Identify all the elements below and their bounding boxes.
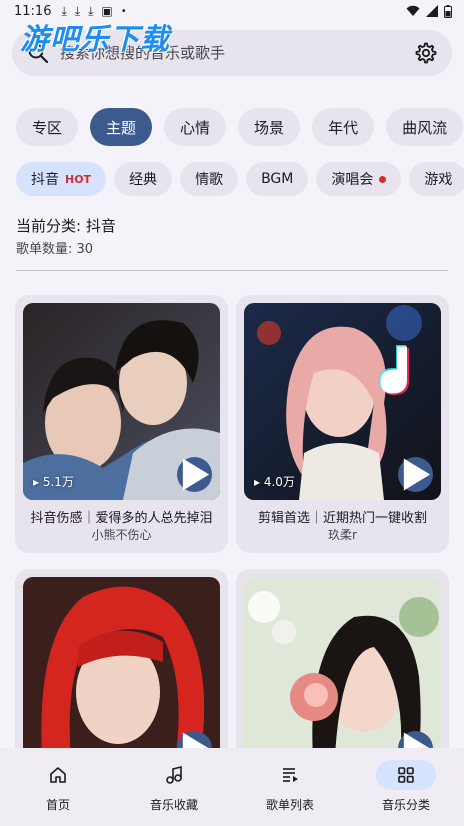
play-count-value: 5.1万 — [42, 475, 74, 489]
tab-label: 心情 — [180, 118, 211, 137]
subtab-label: 经典 — [129, 172, 158, 188]
nav-icon-container — [260, 760, 320, 790]
music-note-icon — [166, 765, 182, 784]
play-icon — [403, 458, 431, 491]
subtab-label: 游戏 — [424, 172, 453, 188]
tab-label: 年代 — [328, 118, 359, 137]
nav-music-categories[interactable]: 音乐分类 — [348, 748, 464, 826]
nav-icon-container — [144, 760, 204, 790]
hot-badge: HOT — [65, 172, 92, 186]
tab-mood[interactable]: 心情 — [164, 108, 227, 146]
subtab-label: BGM — [261, 171, 294, 187]
wifi-icon — [406, 5, 420, 16]
playlist-cover-image[interactable] — [244, 577, 441, 774]
subtab-love-songs[interactable]: 情歌 — [180, 162, 239, 196]
playlist-card[interactable]: ▸ 5.1万 抖音伤感｜爱得多的人总先掉泪 小熊不伤心 — [15, 295, 228, 553]
signal-icon — [426, 5, 438, 17]
nav-label: 音乐收藏 — [149, 798, 198, 812]
subtab-concert[interactable]: 演唱会 — [316, 162, 402, 196]
play-count: ▸ 4.0万 — [254, 475, 295, 489]
play-button[interactable] — [398, 457, 433, 492]
playlist-author: 小熊不伤心 — [91, 528, 152, 542]
watermark-logo: 游吧乐下载 — [20, 22, 171, 56]
playlist-count: 歌单数量: 30 — [16, 242, 94, 257]
primary-category-tabs: 专区 主题 心情 场景 年代 曲风流 — [16, 108, 464, 146]
nav-home[interactable]: 首页 — [0, 748, 116, 826]
nav-icon-container — [28, 760, 88, 790]
gear-icon[interactable] — [414, 41, 438, 65]
subtab-label: 演唱会 — [331, 172, 374, 188]
tab-label: 曲风流 — [402, 118, 448, 137]
subtab-douyin[interactable]: 抖音 HOT — [16, 162, 107, 196]
notification-dot-icon: • — [120, 5, 127, 17]
grid-icon — [398, 767, 414, 783]
play-count-value: 4.0万 — [263, 475, 295, 489]
tab-era[interactable]: 年代 — [312, 108, 375, 146]
tab-label: 场景 — [254, 118, 285, 137]
nav-label: 音乐分类 — [381, 798, 430, 812]
playlist-card[interactable]: ▸ 4.0万 剪辑首选｜近期热门一键收割 玖柔r — [236, 295, 449, 553]
subtab-label: 抖音 — [31, 172, 59, 188]
playlist-title: 抖音伤感｜爱得多的人总先掉泪 — [30, 511, 213, 526]
nav-label: 歌单列表 — [265, 798, 314, 812]
play-button[interactable] — [177, 457, 212, 492]
playlist-title: 剪辑首选｜近期热门一键收割 — [257, 511, 427, 526]
playlist-icon — [283, 768, 298, 782]
nav-playlists[interactable]: 歌单列表 — [232, 748, 348, 826]
subtab-label: 情歌 — [195, 172, 224, 188]
subcategory-tabs: 抖音 HOT 经典 情歌 BGM 演唱会 游戏 — [16, 162, 464, 196]
tab-scene[interactable]: 场景 — [238, 108, 301, 146]
nav-icon-container — [376, 760, 436, 790]
bottom-navigation: 首页 音乐收藏 歌单列表 音乐分类 — [0, 748, 464, 826]
current-category-title: 当前分类: 抖音 — [16, 217, 116, 235]
tab-genre[interactable]: 曲风流 — [386, 108, 464, 146]
playlist-author: 玖柔r — [328, 528, 357, 542]
home-icon — [50, 767, 66, 783]
tab-label: 主题 — [106, 118, 137, 137]
play-icon — [182, 458, 210, 491]
subtab-classic[interactable]: 经典 — [114, 162, 173, 196]
nav-music-favorites[interactable]: 音乐收藏 — [116, 748, 232, 826]
battery-icon — [444, 4, 452, 18]
playlist-cover-image[interactable]: ▸ 5.1万 — [23, 303, 220, 500]
tab-theme[interactable]: 主题 — [90, 108, 153, 146]
new-dot-icon — [379, 175, 387, 183]
nav-label: 首页 — [45, 798, 70, 812]
play-count: ▸ 5.1万 — [33, 475, 74, 489]
playlist-cover-image[interactable] — [23, 577, 220, 774]
divider — [16, 270, 448, 271]
playlist-cover-image[interactable]: ▸ 4.0万 — [244, 303, 441, 500]
tab-label: 专区 — [32, 118, 63, 137]
subtab-games[interactable]: 游戏 — [409, 162, 464, 196]
tab-zone[interactable]: 专区 — [16, 108, 79, 146]
subtab-bgm[interactable]: BGM — [246, 162, 309, 196]
